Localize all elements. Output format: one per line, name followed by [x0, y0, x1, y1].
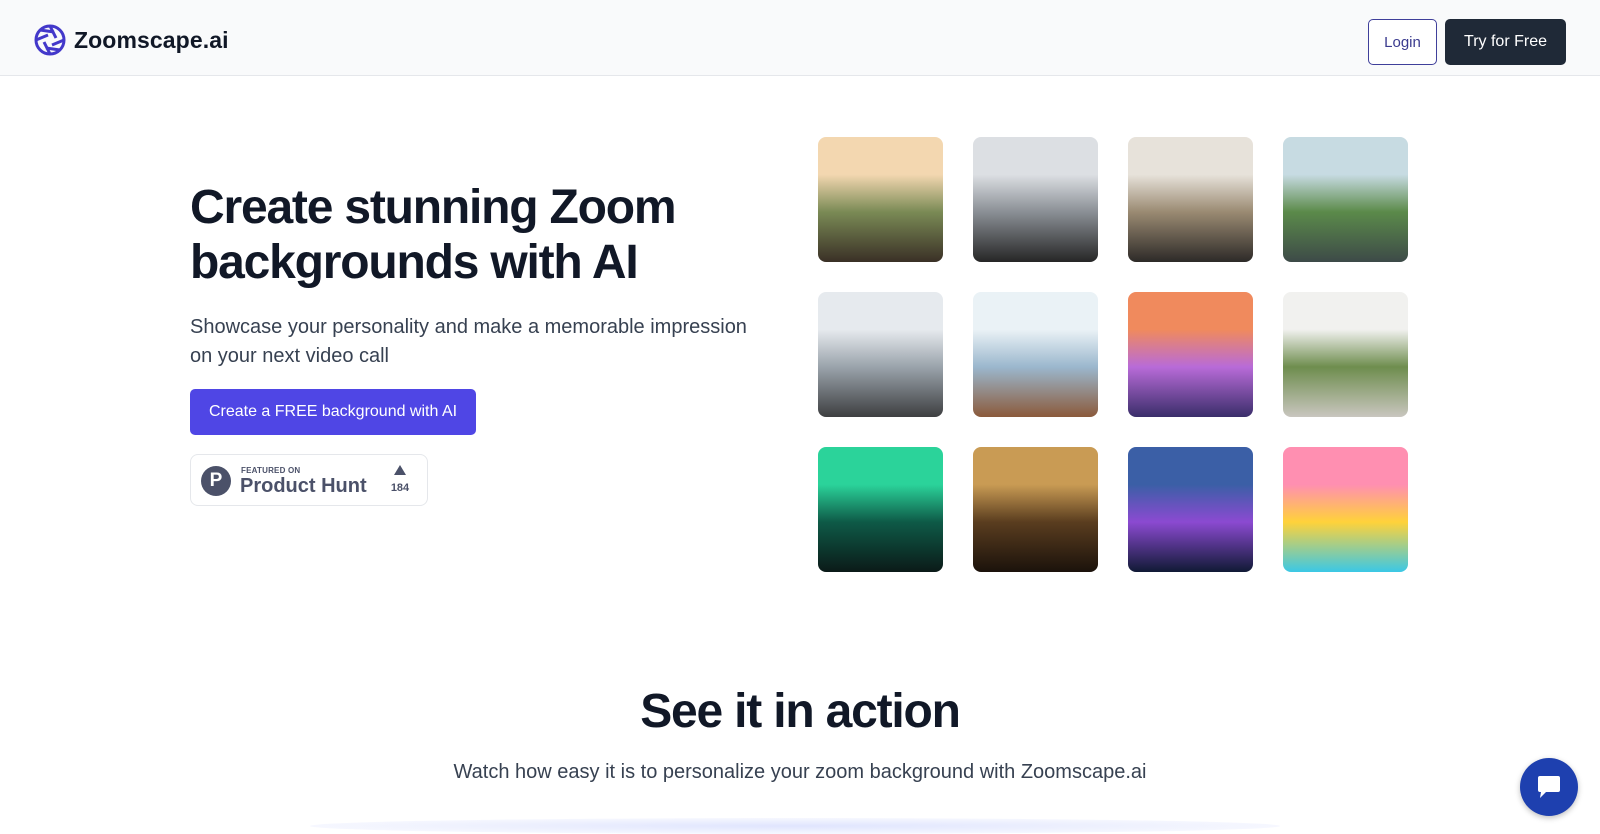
product-hunt-badge[interactable]: P FEATURED ON Product Hunt 184	[190, 454, 428, 506]
chat-button[interactable]	[1520, 758, 1578, 816]
create-background-button[interactable]: Create a FREE background with AI	[190, 389, 476, 435]
hero-subtitle: Showcase your personality and make a mem…	[190, 316, 747, 367]
try-for-free-button[interactable]: Try for Free	[1445, 19, 1566, 65]
chat-bubble-icon	[1538, 776, 1560, 798]
section-title: See it in action	[640, 685, 961, 738]
product-hunt-featured-label: FEATURED ON	[241, 466, 301, 475]
video-preview-edge	[310, 818, 1280, 834]
white-sunroom-thumbnail	[1283, 292, 1408, 417]
product-hunt-logo-icon: P	[201, 466, 231, 496]
retro-neon-room-thumbnail	[1128, 292, 1253, 417]
hero-title: Create stunning Zoom backgrounds with AI	[190, 181, 677, 289]
product-hunt-name: Product Hunt	[240, 475, 367, 497]
winter-lounge-thumbnail	[973, 292, 1098, 417]
brand-link[interactable]: Zoomscape.ai	[34, 24, 229, 56]
brand-name: Zoomscape.ai	[74, 26, 229, 53]
neon-green-office-thumbnail	[818, 447, 943, 572]
library-thumbnail	[973, 447, 1098, 572]
section-subtitle: Watch how easy it is to personalize your…	[453, 761, 1147, 783]
top-navbar: Zoomscape.ai Login Try for Free	[0, 0, 1600, 76]
product-hunt-upvote-count: 184	[390, 482, 410, 494]
shelf-living-room-thumbnail	[1128, 137, 1253, 262]
night-city-penthouse-thumbnail	[1128, 447, 1253, 572]
login-button[interactable]: Login	[1368, 19, 1437, 65]
pop-art-desk-thumbnail	[1283, 447, 1408, 572]
lake-view-lounge-thumbnail	[1283, 137, 1408, 262]
triangle-up-icon	[394, 465, 406, 475]
snowy-mountains-thumbnail	[818, 292, 943, 417]
aperture-icon	[34, 24, 66, 56]
japanese-room-thumbnail	[973, 137, 1098, 262]
office-forest-thumbnail	[818, 137, 943, 262]
